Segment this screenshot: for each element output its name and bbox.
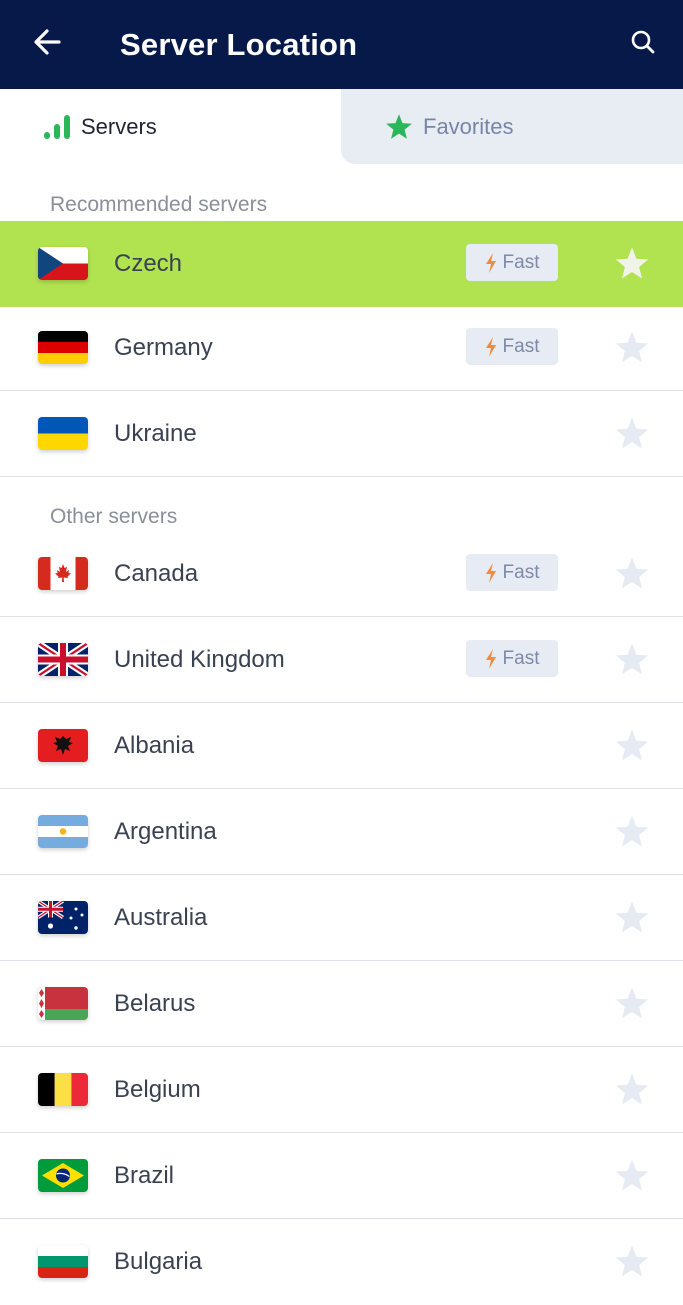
star-icon (614, 246, 650, 285)
star-icon (614, 642, 650, 681)
country-name: Belarus (114, 990, 196, 1017)
lightning-icon (485, 648, 497, 669)
star-icon (385, 113, 413, 140)
flag-czech-icon (38, 247, 88, 280)
favorite-star-button[interactable] (612, 985, 652, 1025)
lightning-icon (485, 562, 497, 583)
back-button[interactable] (26, 24, 68, 64)
tab-servers-label: Servers (81, 113, 157, 139)
star-icon (614, 986, 650, 1025)
favorite-star-button[interactable] (612, 415, 652, 455)
favorite-star-button[interactable] (612, 641, 652, 681)
star-icon (614, 556, 650, 595)
country-name: Ukraine (114, 420, 197, 447)
server-row-germany[interactable]: Germany Fast (0, 305, 683, 391)
country-name: Argentina (114, 818, 217, 845)
lightning-icon (485, 252, 497, 273)
favorite-star-button[interactable] (612, 329, 652, 369)
country-name: Canada (114, 560, 199, 587)
flag-albania-icon (38, 729, 88, 762)
star-icon (614, 1158, 650, 1197)
flag-argentina-icon (38, 815, 88, 848)
server-row-belgium[interactable]: Belgium (0, 1047, 683, 1133)
server-row-belarus[interactable]: Belarus (0, 961, 683, 1047)
tab-favorites[interactable]: Favorites (341, 89, 683, 164)
flag-belarus-icon (38, 987, 88, 1020)
country-name: Bulgaria (114, 1248, 203, 1275)
fast-badge: Fast (466, 328, 558, 365)
favorite-star-button[interactable] (612, 1243, 652, 1283)
favorite-star-button[interactable] (612, 555, 652, 595)
server-row-ukraine[interactable]: Ukraine (0, 391, 683, 477)
country-name: Czech (114, 250, 183, 277)
tab-favorites-label: Favorites (423, 113, 514, 139)
app-header: Server Location (0, 0, 683, 89)
country-name: United Kingdom (114, 646, 285, 673)
lightning-icon (485, 336, 497, 357)
server-row-albania[interactable]: Albania (0, 703, 683, 789)
flag-brazil-icon (38, 1159, 88, 1192)
flag-canada-icon (38, 557, 88, 590)
country-name: Belgium (114, 1076, 201, 1103)
favorite-star-button[interactable] (612, 1071, 652, 1111)
star-icon (614, 1072, 650, 1111)
star-icon (614, 330, 650, 369)
server-row-argentina[interactable]: Argentina (0, 789, 683, 875)
server-row-canada[interactable]: Canada Fast (0, 531, 683, 617)
fast-badge: Fast (466, 554, 558, 591)
search-icon (630, 29, 656, 60)
tab-servers[interactable]: Servers (0, 89, 341, 164)
favorite-star-button[interactable] (612, 899, 652, 939)
favorite-star-button[interactable] (612, 727, 652, 767)
favorite-star-button[interactable] (612, 245, 652, 285)
server-row-czech[interactable]: Czech Fast (0, 221, 683, 307)
star-icon (614, 814, 650, 853)
flag-bulgaria-icon (38, 1245, 88, 1278)
page-title: Server Location (120, 27, 358, 62)
search-button[interactable] (622, 24, 664, 64)
server-row-bulgaria[interactable]: Bulgaria (0, 1219, 683, 1305)
flag-united-kingdom-icon (38, 643, 88, 676)
server-row-united-kingdom[interactable]: United Kingdom Fast (0, 617, 683, 703)
flag-germany-icon (38, 331, 88, 364)
star-icon (614, 728, 650, 767)
flag-belgium-icon (38, 1073, 88, 1106)
tab-bar: Servers Favorites (0, 89, 683, 164)
server-row-australia[interactable]: Australia (0, 875, 683, 961)
country-name: Australia (114, 904, 208, 931)
section-title-recommended: Recommended servers (50, 193, 268, 216)
country-name: Albania (114, 732, 195, 759)
server-row-brazil[interactable]: Brazil (0, 1133, 683, 1219)
star-icon (614, 900, 650, 939)
country-name: Germany (114, 334, 213, 361)
fast-badge: Fast (466, 244, 558, 281)
fast-badge: Fast (466, 640, 558, 677)
star-icon (614, 1244, 650, 1283)
favorite-star-button[interactable] (612, 813, 652, 853)
star-icon (614, 416, 650, 455)
signal-bars-icon (42, 114, 72, 140)
favorite-star-button[interactable] (612, 1157, 652, 1197)
section-title-other: Other servers (50, 505, 178, 528)
flag-ukraine-icon (38, 417, 88, 450)
arrow-left-icon (32, 28, 62, 61)
country-name: Brazil (114, 1162, 175, 1189)
flag-australia-icon (38, 901, 88, 934)
